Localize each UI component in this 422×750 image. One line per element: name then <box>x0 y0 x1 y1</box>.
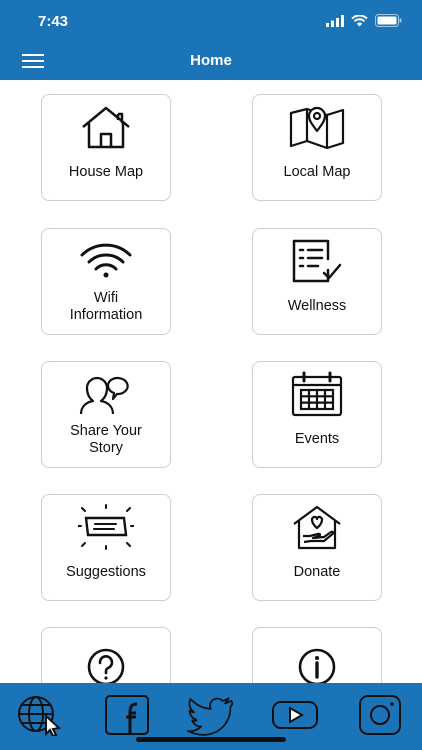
tile-label: Share Your Story <box>70 422 142 456</box>
status-icons <box>326 14 402 27</box>
calendar-icon <box>291 370 343 418</box>
question-icon <box>81 636 131 683</box>
tile-help[interactable] <box>41 627 171 683</box>
tile-wellness[interactable]: Wellness <box>252 228 382 335</box>
tile-suggestions[interactable]: Suggestions <box>41 494 171 601</box>
signal-icon <box>326 14 344 27</box>
map-pin-icon <box>289 103 345 151</box>
tile-label: Suggestions <box>66 564 146 580</box>
checklist-icon <box>290 237 344 285</box>
tile-local-map[interactable]: Local Map <box>252 94 382 201</box>
youtube-icon[interactable] <box>271 693 319 737</box>
tile-wifi-information[interactable]: Wifi Information <box>41 228 171 335</box>
status-time: 7:43 <box>38 13 69 30</box>
wifi-icon <box>79 237 133 285</box>
wifi-status-icon <box>351 14 368 26</box>
tile-events[interactable]: Events <box>252 361 382 468</box>
home-indicator <box>136 737 286 742</box>
tile-label: Local Map <box>283 164 351 180</box>
globe-cursor-icon[interactable] <box>16 693 64 737</box>
tile-label: House Map <box>68 164 144 180</box>
info-icon <box>292 636 342 683</box>
twitter-icon[interactable] <box>186 693 234 737</box>
facebook-icon[interactable] <box>103 693 151 737</box>
house-icon <box>80 103 132 151</box>
tile-label: Wifi Information <box>69 289 143 323</box>
tile-info[interactable] <box>252 627 382 683</box>
tile-label: Donate <box>293 564 341 580</box>
app-header: 7:43 Home <box>0 0 422 80</box>
instagram-icon[interactable] <box>356 693 404 737</box>
page-title: Home <box>190 52 232 69</box>
donate-heart-icon <box>291 503 343 551</box>
tile-share-your-story[interactable]: Share Your Story <box>41 361 171 468</box>
home-grid: House Map Local Map Wifi Information Wel… <box>0 80 422 683</box>
speech-person-icon <box>77 370 135 418</box>
tile-label: Events <box>294 431 340 447</box>
tile-donate[interactable]: Donate <box>252 494 382 601</box>
battery-icon <box>375 14 402 27</box>
suggestion-box-icon <box>78 503 134 551</box>
tile-label: Wellness <box>287 298 347 314</box>
tile-house-map[interactable]: House Map <box>41 94 171 201</box>
